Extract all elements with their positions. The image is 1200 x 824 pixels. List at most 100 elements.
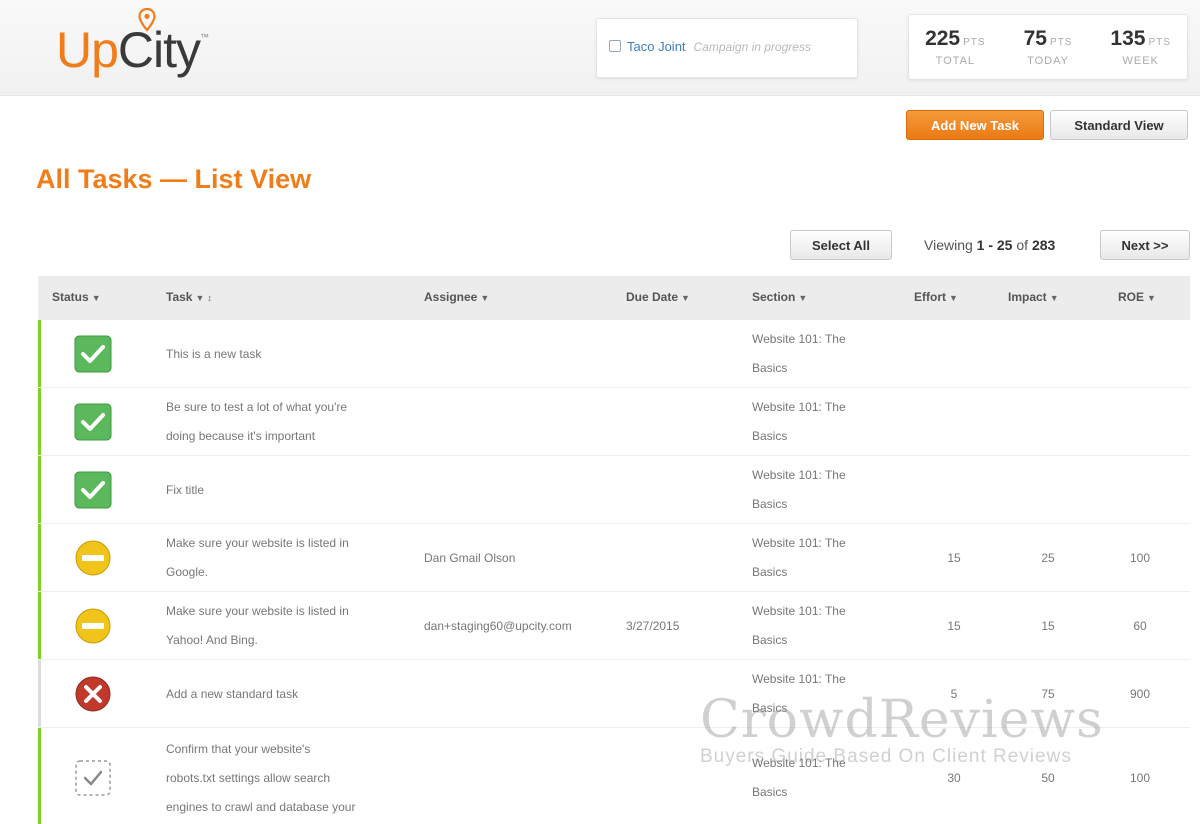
column-label: Assignee (424, 290, 478, 304)
points-today: 75 PTS TODAY (1002, 27, 1095, 79)
task-impact: 50 (1041, 771, 1055, 785)
points-label: WEEK (1122, 55, 1159, 67)
task-section: Website 101: The Basics (752, 400, 846, 443)
row-status-bar (38, 320, 41, 387)
campaign-selector[interactable]: Taco Joint Campaign in progress (596, 18, 858, 78)
table-row[interactable]: Make sure your website is listed in Yahoo… (38, 592, 1190, 660)
campaign-icon (609, 40, 621, 52)
todo-check-outline-icon[interactable] (74, 759, 112, 797)
task-effort: 15 (947, 551, 961, 565)
column-roe[interactable]: ROE ▼ (1118, 290, 1156, 304)
in-progress-minus-icon[interactable] (74, 539, 112, 577)
task-section: Website 101: The Basics (752, 756, 846, 799)
row-status-bar (38, 660, 41, 727)
page-title: All Tasks — List View (36, 164, 312, 194)
task-roe: 900 (1129, 687, 1151, 701)
column-section[interactable]: Section ▼ (752, 290, 807, 304)
location-pin-icon (138, 8, 156, 32)
row-status-bar (38, 728, 41, 824)
column-label: Section (752, 290, 796, 304)
row-status-bar (38, 456, 41, 523)
row-status-bar (38, 388, 41, 455)
sort-down-icon: ▼ (480, 293, 490, 303)
column-status[interactable]: Status ▼ (52, 290, 101, 304)
task-impact: 15 (1041, 619, 1055, 633)
column-label: Due Date (626, 290, 679, 304)
sort-down-icon: ▼ (1147, 293, 1156, 303)
top-header: UpCity ™ Taco Joint Campaign in progress … (0, 0, 1200, 96)
table-row[interactable]: Fix title Website 101: The Basics (38, 456, 1190, 524)
viewing-of: of (1016, 237, 1029, 253)
campaign-name[interactable]: Taco Joint (627, 39, 686, 54)
task-section: Website 101: The Basics (752, 332, 846, 375)
points-summary: 225 PTS TOTAL 75 PTS TODAY 135 PTS WEEK (908, 14, 1188, 80)
task-name: Fix title (166, 483, 205, 497)
task-roe: 100 (1129, 771, 1151, 785)
task-section: Website 101: The Basics (752, 536, 846, 579)
column-effort[interactable]: Effort ▼ (914, 290, 958, 304)
column-label: Status (52, 290, 89, 304)
task-section: Website 101: The Basics (752, 672, 846, 715)
task-name: Make sure your website is listed in Yahoo… (166, 604, 349, 647)
sort-both-icon: ↕ (207, 293, 212, 303)
table-header: Status ▼ Task ▼ ↕ Assignee ▼ Due Date ▼ Secti… (38, 276, 1190, 320)
logo-up: Up (56, 22, 119, 78)
task-assignee: Dan Gmail Olson (424, 551, 516, 565)
table-row[interactable]: Be sure to test a lot of what you're doin… (38, 388, 1190, 456)
task-effort: 5 (950, 687, 958, 701)
upcity-logo[interactable]: UpCity (56, 18, 201, 82)
task-table-body: This is a new task Website 101: The Basics… (38, 320, 1190, 824)
column-label: Effort (914, 290, 946, 304)
row-status-bar (38, 524, 41, 591)
task-due-date: 3/27/2015 (626, 619, 680, 633)
viewing-prefix: Viewing (924, 237, 973, 253)
column-impact[interactable]: Impact ▼ (1008, 290, 1059, 304)
standard-view-button[interactable]: Standard View (1050, 110, 1188, 140)
task-name: Be sure to test a lot of what you're doin… (166, 400, 348, 443)
table-row[interactable]: Add a new standard task Website 101: The B… (38, 660, 1190, 728)
points-week: 135 PTS WEEK (1094, 27, 1187, 79)
column-assignee[interactable]: Assignee ▼ (424, 290, 489, 304)
column-label: ROE (1118, 290, 1145, 304)
next-page-button[interactable]: Next >> (1100, 230, 1190, 260)
task-impact: 75 (1041, 687, 1055, 701)
viewing-range: 1 - 25 (976, 237, 1013, 253)
points-value: 75 (1023, 27, 1047, 50)
column-due-date[interactable]: Due Date ▼ (626, 290, 690, 304)
sort-down-icon: ▼ (91, 293, 101, 303)
sort-down-icon: ▼ (949, 293, 958, 303)
task-effort: 15 (947, 619, 961, 633)
points-total: 225 PTS TOTAL (909, 27, 1002, 79)
task-effort: 30 (947, 771, 961, 785)
task-name: Make sure your website is listed in Googl… (166, 536, 349, 579)
table-row[interactable]: This is a new task Website 101: The Basics (38, 320, 1190, 388)
task-name: This is a new task (166, 347, 262, 361)
points-label: TODAY (1027, 55, 1069, 67)
row-status-bar (38, 592, 41, 659)
task-impact: 25 (1041, 551, 1055, 565)
checkmark-complete-icon[interactable] (74, 471, 112, 509)
trademark-icon: ™ (200, 32, 209, 42)
column-label: Task (166, 290, 193, 304)
in-progress-minus-icon[interactable] (74, 607, 112, 645)
sort-down-icon: ▼ (1049, 293, 1059, 303)
table-row[interactable]: Confirm that your website's robots.txt se… (38, 728, 1190, 824)
select-all-button[interactable]: Select All (790, 230, 892, 260)
viewing-total: 283 (1031, 237, 1056, 253)
add-new-task-button[interactable]: Add New Task (906, 110, 1044, 140)
column-label: Impact (1008, 290, 1047, 304)
points-unit: PTS (1148, 37, 1171, 48)
sort-down-icon: ▼ (681, 293, 690, 303)
pagination-status: Viewing 1 - 25 of 283 (924, 237, 1055, 253)
task-roe: 60 (1133, 619, 1147, 633)
task-name: Confirm that your website's robots.txt se… (166, 742, 356, 814)
checkmark-complete-icon[interactable] (74, 335, 112, 373)
column-task[interactable]: Task ▼ ↕ (166, 290, 212, 304)
checkmark-complete-icon[interactable] (74, 403, 112, 441)
task-assignee: dan+staging60@upcity.com (424, 619, 572, 633)
table-row[interactable]: Make sure your website is listed in Googl… (38, 524, 1190, 592)
points-unit: PTS (963, 37, 986, 48)
points-value: 135 (1110, 27, 1146, 50)
task-section: Website 101: The Basics (752, 468, 846, 511)
blocked-x-icon[interactable] (74, 675, 112, 713)
